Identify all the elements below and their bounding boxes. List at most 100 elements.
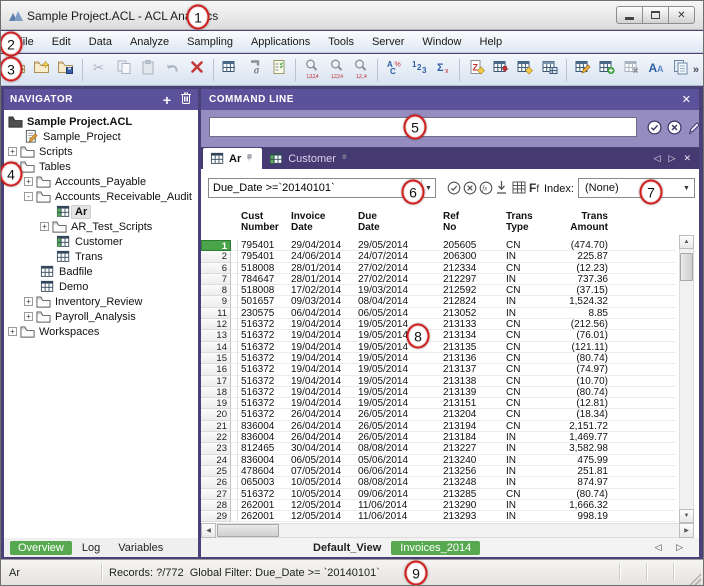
join-button[interactable] xyxy=(514,58,536,82)
title-bar[interactable]: Sample Project.ACL - ACL Analytics ✕ xyxy=(1,1,703,30)
table-cell[interactable]: CN xyxy=(503,342,565,353)
new-project-button[interactable] xyxy=(30,58,52,82)
table-cell[interactable]: 19/05/2014 xyxy=(355,398,440,409)
table-cell[interactable]: 516372 xyxy=(238,353,288,364)
table-cell[interactable]: 3,582.98 xyxy=(565,443,610,454)
tab-variables[interactable]: Variables xyxy=(110,541,171,555)
table-cell[interactable]: 213184 xyxy=(440,432,503,443)
table-cell[interactable]: 11/06/2014 xyxy=(355,511,440,522)
add-item-button[interactable]: + xyxy=(163,92,171,108)
goto-record-icon[interactable] xyxy=(495,180,508,200)
table-cell[interactable]: 213151 xyxy=(440,398,503,409)
tree-item-tables[interactable]: -Tables xyxy=(4,159,198,174)
paste-button[interactable] xyxy=(137,58,159,82)
tab-customer[interactable]: Customer xyxy=(262,148,357,169)
column-header-ref-no[interactable]: RefNo xyxy=(440,209,503,236)
font-options-icon[interactable]: Ff xyxy=(529,181,539,195)
gaps-button[interactable]: 1,2, ,4 xyxy=(350,58,372,82)
table-layout-button[interactable]: 123 xyxy=(219,58,241,82)
table-cell[interactable]: CN xyxy=(503,421,565,432)
table-cell[interactable]: (80.74) xyxy=(565,489,610,500)
column-header-trans-amount[interactable]: TransAmount xyxy=(565,209,610,236)
table-cell[interactable]: 19/05/2014 xyxy=(355,364,440,375)
menu-data[interactable]: Data xyxy=(80,33,121,51)
delete-column-button[interactable] xyxy=(621,58,643,82)
extract-button[interactable] xyxy=(490,58,512,82)
classify-button[interactable]: A%C xyxy=(383,58,405,82)
table-cell[interactable]: 213204 xyxy=(440,409,503,420)
table-cell[interactable]: (37.15) xyxy=(565,285,610,296)
record-number-cell[interactable]: 28 xyxy=(201,500,231,511)
table-cell[interactable]: IN xyxy=(503,274,565,285)
expand-icon[interactable]: + xyxy=(24,297,33,306)
table-cell[interactable]: 11/06/2014 xyxy=(355,500,440,511)
table-cell[interactable]: 19/05/2014 xyxy=(355,376,440,387)
tab-default-view[interactable]: Default_View xyxy=(313,542,381,554)
table-cell[interactable]: CN xyxy=(503,398,565,409)
table-cell[interactable]: 065003 xyxy=(238,477,288,488)
table-cell[interactable]: 516372 xyxy=(238,387,288,398)
apply-filter-icon[interactable] xyxy=(447,181,461,200)
table-cell[interactable]: 19/05/2014 xyxy=(355,387,440,398)
delete-button[interactable] xyxy=(186,58,208,82)
next-tab-icon[interactable]: ▷ xyxy=(669,153,676,164)
table-cell[interactable]: 213227 xyxy=(440,443,503,454)
menu-edit[interactable]: Edit xyxy=(43,33,80,51)
edit-view-button[interactable] xyxy=(572,58,594,82)
table-cell[interactable]: 213285 xyxy=(440,489,503,500)
index-dropdown-icon[interactable]: ▼ xyxy=(679,185,694,192)
table-cell[interactable]: 836004 xyxy=(238,432,288,443)
menu-sampling[interactable]: Sampling xyxy=(178,33,242,51)
table-cell[interactable]: 24/06/2014 xyxy=(288,251,355,262)
edit-filter-expression-icon[interactable]: fx xyxy=(479,181,493,200)
tree-item-accounts-receivable-audit[interactable]: -Accounts_Receivable_Audit xyxy=(4,189,198,204)
table-cell[interactable]: 06/06/2014 xyxy=(355,466,440,477)
table-cell[interactable]: 213290 xyxy=(440,500,503,511)
record-number-cell[interactable]: 26 xyxy=(201,477,231,488)
record-number-cell[interactable]: 11 xyxy=(201,308,231,319)
export-button[interactable] xyxy=(539,58,561,82)
table-cell[interactable]: (12.81) xyxy=(565,398,610,409)
table-cell[interactable]: IN xyxy=(503,511,565,522)
table-cell[interactable]: IN xyxy=(503,500,565,511)
table-cell[interactable]: 09/03/2014 xyxy=(288,296,355,307)
table-cell[interactable]: 213135 xyxy=(440,342,503,353)
table-cell[interactable]: 516372 xyxy=(238,409,288,420)
table-cell[interactable]: (76.01) xyxy=(565,330,610,341)
table-cell[interactable]: 213194 xyxy=(440,421,503,432)
close-tab-icon[interactable]: ✕ xyxy=(683,153,691,164)
table-cell[interactable]: 10/05/2014 xyxy=(288,477,355,488)
tree-item-scripts[interactable]: +Scripts xyxy=(4,144,198,159)
record-number-cell[interactable]: 18 xyxy=(201,387,231,398)
table-cell[interactable]: 19/04/2014 xyxy=(288,353,355,364)
scroll-right-button[interactable]: ▶ xyxy=(679,523,694,538)
table-cell[interactable]: 213136 xyxy=(440,353,503,364)
table-cell[interactable]: 213133 xyxy=(440,319,503,330)
save-project-button[interactable] xyxy=(55,58,77,82)
table-cell[interactable]: IN xyxy=(503,296,565,307)
record-number-cell[interactable]: 25 xyxy=(201,466,231,477)
table-cell[interactable]: 516372 xyxy=(238,319,288,330)
expand-icon[interactable]: + xyxy=(8,147,17,156)
table-cell[interactable]: 1,666.32 xyxy=(565,500,610,511)
view-grid-icon[interactable] xyxy=(512,181,526,199)
table-cell[interactable]: 27/02/2014 xyxy=(355,263,440,274)
table-cell[interactable]: 06/04/2014 xyxy=(288,308,355,319)
table-cell[interactable]: 501657 xyxy=(238,296,288,307)
record-number-cell[interactable]: 2 xyxy=(201,251,231,262)
duplicate-button[interactable] xyxy=(669,58,691,82)
table-cell[interactable]: 212592 xyxy=(440,285,503,296)
resize-grip[interactable] xyxy=(689,573,701,585)
table-cell[interactable]: 213052 xyxy=(440,308,503,319)
table-cell[interactable]: 24/07/2014 xyxy=(355,251,440,262)
table-cell[interactable]: CN xyxy=(503,319,565,330)
verify-button[interactable]: 1,3,2,4 xyxy=(301,58,323,82)
column-header-cust-number[interactable]: CustNumber xyxy=(238,209,288,236)
table-cell[interactable]: 19/04/2014 xyxy=(288,387,355,398)
table-cell[interactable]: 12/05/2014 xyxy=(288,511,355,522)
table-cell[interactable]: 213139 xyxy=(440,387,503,398)
table-cell[interactable]: 1,469.77 xyxy=(565,432,610,443)
profile-button[interactable]: 123 xyxy=(408,58,430,82)
record-number-cell[interactable]: 12 xyxy=(201,319,231,330)
table-cell[interactable]: CN xyxy=(503,330,565,341)
